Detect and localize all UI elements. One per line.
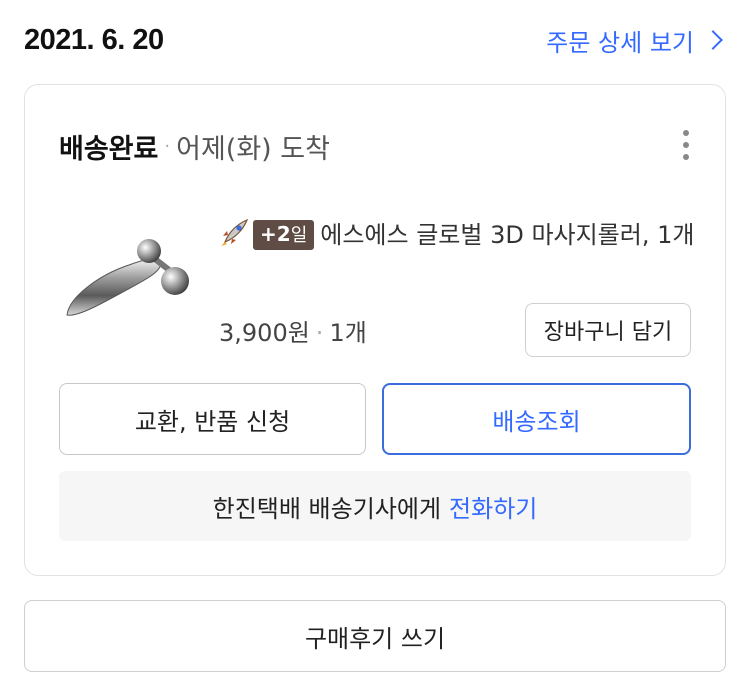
chevron-right-icon	[703, 30, 723, 50]
badge-value: +2	[260, 222, 291, 246]
write-review-button[interactable]: 구매후기 쓰기	[24, 600, 726, 672]
order-header: 2021. 6. 20 주문 상세 보기	[24, 18, 726, 62]
product-image[interactable]	[59, 227, 199, 327]
product-name: 에스에스 글로벌 3D 마사지롤러, 1개	[320, 221, 695, 249]
price-row: 3,900원 · 1개 장바구니 담기	[219, 303, 691, 357]
status-separator: ·	[164, 136, 171, 157]
order-card: 배송완료 · 어제(화) 도착 +2일 에스에스 글로벌 3D 마사지롤러, 1…	[24, 84, 726, 576]
exchange-return-button[interactable]: 교환, 반품 신청	[59, 383, 366, 455]
add-to-cart-button[interactable]: 장바구니 담기	[525, 303, 691, 357]
product-quantity: 1개	[329, 318, 367, 347]
call-courier-link[interactable]: 전화하기	[449, 489, 537, 524]
price-quantity: 3,900원 · 1개	[219, 313, 367, 348]
action-buttons: 교환, 반품 신청 배송조회	[59, 383, 691, 455]
product-title-line[interactable]: +2일 에스에스 글로벌 3D 마사지롤러, 1개	[219, 213, 695, 257]
more-options-icon[interactable]	[671, 127, 701, 163]
track-delivery-button[interactable]: 배송조회	[382, 383, 691, 455]
badge-unit: 일	[290, 225, 308, 246]
delivery-days-badge: +2일	[253, 220, 315, 250]
delivery-arrival: 어제(화) 도착	[176, 134, 330, 165]
price-separator: ·	[315, 318, 324, 347]
delivery-status-label: 배송완료	[59, 134, 159, 165]
delivery-status: 배송완료 · 어제(화) 도착	[59, 127, 675, 166]
product-info: +2일 에스에스 글로벌 3D 마사지롤러, 1개	[219, 213, 695, 257]
product-price: 3,900원	[219, 318, 310, 347]
call-courier-text: 한진택배 배송기사에게	[212, 494, 442, 523]
rocket-delivery-icon	[221, 218, 249, 246]
call-courier-box: 한진택배 배송기사에게 전화하기	[59, 471, 691, 541]
order-detail-link[interactable]: 주문 상세 보기	[546, 23, 726, 58]
order-date: 2021. 6. 20	[24, 23, 164, 56]
order-detail-label: 주문 상세 보기	[546, 28, 694, 57]
